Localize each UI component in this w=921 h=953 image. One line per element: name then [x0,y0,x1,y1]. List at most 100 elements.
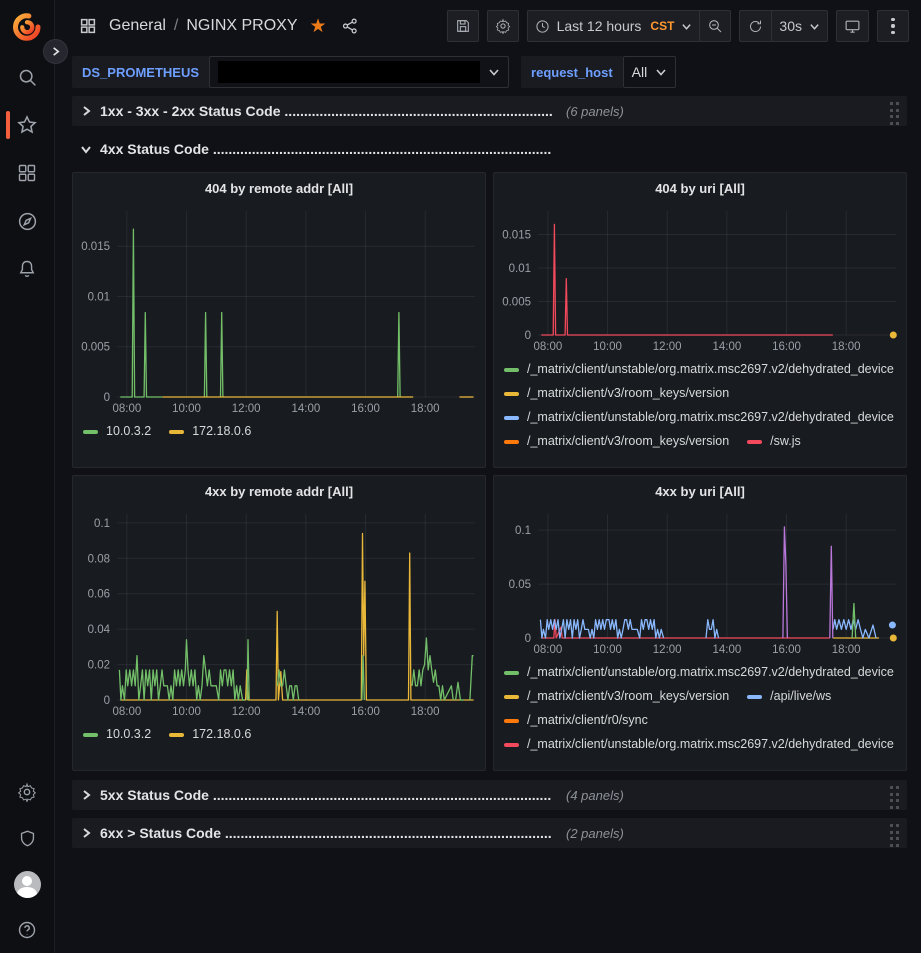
legend-item[interactable]: 172.18.0.6 [169,423,251,440]
x-axis-tick-label: 14:00 [712,341,741,353]
legend-item[interactable]: 172.18.0.6 [169,726,251,743]
legend-item[interactable]: /_matrix/client/unstable/org.matrix.msc2… [504,409,894,426]
legend-item[interactable]: /_matrix/client/unstable/org.matrix.msc2… [504,361,894,378]
dashboard-header: General / NGINX PROXY ★ Last 12 hours CS… [55,0,921,52]
refresh-button[interactable] [739,10,771,42]
legend-item[interactable]: /_matrix/client/v3/room_keys/version [504,433,729,450]
row-6xx-header[interactable]: 6xx > Status Code ......................… [72,818,907,848]
legend-item[interactable]: /_matrix/client/unstable/org.matrix.msc2… [504,664,894,681]
y-axis-tick-label: 0.02 [88,660,110,672]
row-5xx-header[interactable]: 5xx Status Code ........................… [72,780,907,810]
apps-grid-icon[interactable] [79,17,97,35]
legend-swatch-icon [169,430,184,434]
sidebar-expand-button[interactable] [43,39,68,64]
sidebar-search-icon[interactable] [0,64,55,90]
legend-swatch-icon [504,671,519,675]
chart-canvas[interactable]: 08:0010:0012:0014:0016:0018:0000.050.1 [494,506,906,658]
sidebar-starred-icon[interactable] [0,112,55,138]
legend-label: 10.0.3.2 [106,423,151,440]
row-title: 5xx Status Code [100,787,213,803]
series-point-marker [890,635,897,642]
row-drag-handle[interactable] [890,786,902,811]
share-icon[interactable] [341,17,359,35]
legend-item[interactable]: /api/live/ws [747,688,831,705]
variable-request-host: request_host All [521,56,676,88]
ds-prometheus-select[interactable] [209,56,509,88]
row-1xx-3xx-2xx-header[interactable]: 1xx - 3xx - 2xx Status Code ............… [72,96,907,126]
x-axis-tick-label: 16:00 [772,644,801,656]
panel-title[interactable]: 4xx by remote addr [All] [73,476,485,506]
dashboard-variables-bar: DS_PROMETHEUS request_host All [55,52,921,92]
legend-item[interactable]: /_matrix/client/unstable/org.matrix.msc2… [504,736,894,753]
legend-item[interactable]: 10.0.3.2 [83,423,151,440]
kiosk-mode-button[interactable] [836,10,869,42]
time-range-picker[interactable]: Last 12 hours CST [527,10,700,42]
legend-item[interactable]: /_matrix/client/v3/room_keys/version [504,688,729,705]
breadcrumb-folder[interactable]: General [109,17,166,35]
chart-canvas[interactable]: 08:0010:0012:0014:0016:0018:0000.0050.01… [73,203,485,417]
sidebar-admin-shield-icon[interactable] [0,825,55,851]
dashboard-settings-button[interactable] [487,10,519,42]
sidebar-alerting-icon[interactable] [0,256,55,282]
favorite-star-icon[interactable]: ★ [310,17,327,36]
legend-label: 10.0.3.2 [106,726,151,743]
y-axis-tick-label: 0.08 [88,553,110,565]
y-axis-tick-label: 0 [104,392,110,404]
refresh-interval-label: 30s [779,18,802,34]
x-axis-tick-label: 10:00 [593,341,622,353]
chart-404-by-remote-addr[interactable]: 08:0010:0012:0014:0016:0018:0000.0050.01… [73,203,485,417]
request-host-select[interactable]: All [623,56,677,88]
sidebar-settings-icon[interactable] [0,779,55,805]
y-axis-tick-label: 0.015 [81,241,110,253]
x-axis-tick-label: 12:00 [653,341,682,353]
legend-swatch-icon [169,733,184,737]
chart-canvas[interactable]: 08:0010:0012:0014:0016:0018:0000.020.040… [73,506,485,720]
x-axis-tick-label: 12:00 [232,706,261,718]
more-menu-button[interactable] [877,10,909,42]
panel-grid: 404 by remote addr [All] 08:0010:0012:00… [72,172,907,771]
legend-swatch-icon [747,695,762,699]
legend-label: /_matrix/client/unstable/org.matrix.msc2… [527,736,894,753]
x-axis-tick-label: 16:00 [772,341,801,353]
legend-swatch-icon [504,416,519,420]
sidebar-dashboards-icon[interactable] [0,160,55,186]
legend-label: /api/live/ws [770,688,831,705]
save-dashboard-button[interactable] [447,10,479,42]
legend-item[interactable]: /sw.js [747,433,801,450]
x-axis-tick-label: 08:00 [112,706,141,718]
legend-swatch-icon [83,430,98,434]
grafana-logo-icon[interactable] [12,12,42,42]
panel-title[interactable]: 404 by uri [All] [494,173,906,203]
legend-item[interactable]: /_matrix/client/r0/sync [504,712,648,729]
row-4xx-header[interactable]: 4xx Status Code ........................… [72,134,907,164]
zoom-out-time-button[interactable] [699,10,731,42]
chart-4xx-by-remote-addr[interactable]: 08:0010:0012:0014:0016:0018:0000.020.040… [73,506,485,720]
panel-title[interactable]: 4xx by uri [All] [494,476,906,506]
x-axis-tick-label: 18:00 [411,706,440,718]
legend-item[interactable]: /_matrix/client/v3/room_keys/version [504,385,729,402]
row-title-dots: ........................................… [225,825,552,841]
x-axis-tick-label: 12:00 [653,644,682,656]
panel-404-by-uri: 404 by uri [All] 08:00 10:00 12:00 14:00 16:… [493,172,907,468]
x-axis-tick-label: 08:00 [112,403,141,415]
chart-canvas[interactable]: 08:0010:0012:0014:0016:0018:0000.0050.01… [494,203,906,355]
refresh-interval-select[interactable]: 30s [771,10,828,42]
chart-404-by-uri[interactable]: 08:0010:0012:0014:0016:0018:0000.0050.01… [494,203,906,355]
breadcrumb-dashboard-title[interactable]: NGINX PROXY [186,17,297,35]
y-axis-tick-label: 0 [104,695,110,707]
y-axis-tick-label: 0 [525,330,531,342]
chart-4xx-by-uri[interactable]: 08:0010:0012:0014:0016:0018:0000.050.1 [494,506,906,658]
panel-4xx-by-remote-addr: 4xx by remote addr [All] 08:0010:0012:00… [72,475,486,771]
legend-item[interactable]: 10.0.3.2 [83,726,151,743]
row-drag-handle[interactable] [890,824,902,849]
sidebar-help-icon[interactable] [0,917,55,943]
panel-title[interactable]: 404 by remote addr [All] [73,173,485,203]
legend-label: /_matrix/client/v3/room_keys/version [527,433,729,450]
ds-prometheus-label: DS_PROMETHEUS [72,56,209,88]
sidebar [0,0,55,953]
user-avatar[interactable] [0,871,55,897]
x-axis-tick-label: 08:00 [533,341,562,353]
legend-label: /_matrix/client/v3/room_keys/version [527,688,729,705]
sidebar-explore-icon[interactable] [0,208,55,234]
row-drag-handle[interactable] [890,102,902,127]
